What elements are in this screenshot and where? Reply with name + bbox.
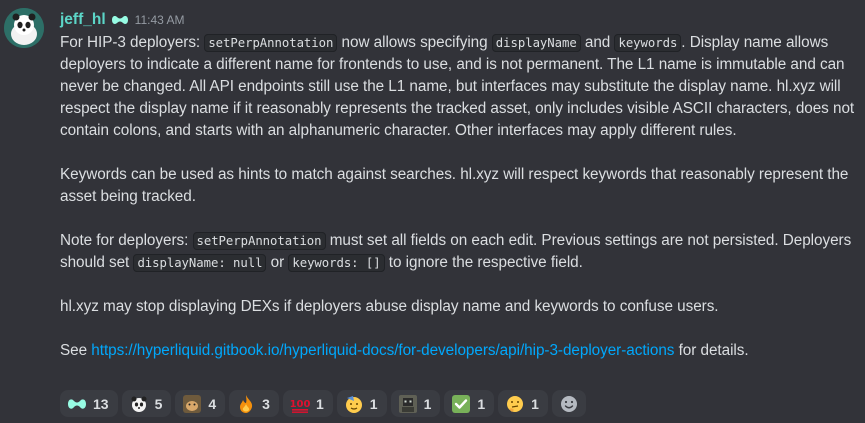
reaction-robot[interactable]: 1 [390,390,441,417]
text-span: For HIP-3 deployers: [60,34,205,51]
reaction-check[interactable]: 1 [444,390,495,417]
reaction-count: 5 [154,395,163,412]
reaction-bar: 13 5 4 3 100 1 1 1 1 1 [60,390,586,417]
text-span: and [580,34,615,51]
message-paragraph: See https://hyperliquid.gitbook.io/hyper… [60,340,860,362]
check-mark-icon [451,394,471,414]
user-avatar[interactable] [4,8,44,48]
reaction-count: 3 [262,395,270,412]
reaction-count: 1 [369,395,378,412]
saluting-face-icon [344,394,364,414]
reaction-salute[interactable]: 1 [336,390,387,417]
reaction-count: 13 [93,395,109,412]
svg-text:100: 100 [290,399,310,410]
reaction-count: 1 [531,395,539,412]
reaction-fire[interactable]: 3 [229,390,279,417]
add-emoji-icon [559,394,579,414]
username[interactable]: jeff_hl [60,11,106,29]
chat-message: jeff_hl 11:43 AM For HIP-3 deployers: se… [0,0,865,423]
reaction-hyperliquid[interactable]: 13 [60,390,118,417]
inline-code: keywords: [] [288,254,385,272]
message-paragraph: hl.xyz may stop displaying DEXs if deplo… [60,298,719,315]
hyperliquid-badge-icon [111,14,129,26]
inline-code: setPerpAnnotation [192,232,326,250]
message-content: For HIP-3 deployers: setPerpAnnotation n… [60,32,860,362]
reaction-count: 1 [315,395,324,412]
reaction-hamster[interactable]: 4 [175,390,226,417]
inline-code: displayName: null [133,254,267,272]
reaction-thinking[interactable]: 1 [498,390,548,417]
inline-code: setPerpAnnotation [204,34,338,52]
text-span: for details. [674,342,749,359]
message-paragraph: Note for deployers: setPerpAnnotation mu… [60,230,860,274]
hundred-points-icon: 100 [290,394,310,414]
robot-character-icon [398,394,418,414]
inline-code: displayName [491,34,581,52]
panda-icon [129,394,149,414]
text-span: or [266,254,289,271]
message-header: jeff_hl 11:43 AM [60,10,184,30]
message-paragraph: Keywords can be used as hints to match a… [60,166,849,205]
text-span: to ignore the respective field. [384,254,583,271]
hamster-icon [182,394,202,414]
message-timestamp[interactable]: 11:43 AM [135,13,185,27]
inline-code: keywords [614,34,682,52]
text-span: See [60,342,92,359]
add-reaction-button[interactable] [551,390,586,417]
hyperliquid-logo-icon [67,394,87,414]
docs-link[interactable]: https://hyperliquid.gitbook.io/hyperliqu… [91,342,674,359]
text-span: Note for deployers: [60,232,193,249]
reaction-panda[interactable]: 5 [121,390,172,417]
reaction-count: 4 [208,395,217,412]
fire-icon [236,394,256,414]
reaction-count: 1 [423,395,432,412]
text-span: now allows specifying [337,34,492,51]
thinking-face-icon [505,394,525,414]
reaction-count: 1 [477,395,486,412]
reaction-hundred[interactable]: 100 1 [282,390,333,417]
message-paragraph: For HIP-3 deployers: setPerpAnnotation n… [60,32,860,142]
